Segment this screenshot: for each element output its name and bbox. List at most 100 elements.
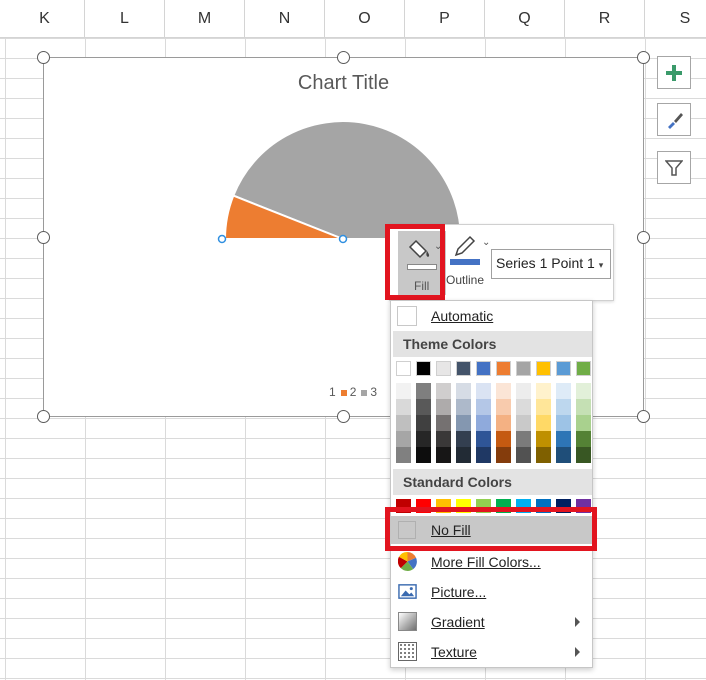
theme-shade-swatch[interactable] (396, 399, 411, 415)
theme-color-swatch[interactable] (416, 361, 431, 376)
column-header-s[interactable]: S (645, 0, 706, 38)
selection-point-handle[interactable] (217, 234, 227, 244)
theme-shade-swatch[interactable] (576, 415, 591, 431)
theme-shade-swatch[interactable] (516, 383, 531, 399)
series-select-value: Series 1 Point 1 (496, 255, 595, 271)
theme-shade-swatch[interactable] (496, 383, 511, 399)
theme-shade-swatch[interactable] (416, 383, 431, 399)
theme-shade-column (476, 383, 491, 463)
theme-shade-swatch[interactable] (556, 399, 571, 415)
theme-shade-swatch[interactable] (396, 447, 411, 463)
theme-shade-swatch[interactable] (416, 447, 431, 463)
menu-item-picture[interactable]: Picture... (391, 578, 592, 606)
outline-dropdown-chevron-icon[interactable]: ⌄ (482, 237, 490, 248)
theme-shade-swatch[interactable] (516, 399, 531, 415)
column-header-l[interactable]: L (85, 0, 165, 38)
theme-shade-swatch[interactable] (496, 431, 511, 447)
chart-legend[interactable]: 1 2 3 (320, 385, 377, 399)
theme-shade-column (556, 383, 571, 463)
theme-shade-swatch[interactable] (476, 383, 491, 399)
theme-color-swatch[interactable] (496, 361, 511, 376)
theme-shade-swatch[interactable] (556, 431, 571, 447)
column-header-n[interactable]: N (245, 0, 325, 38)
theme-shade-swatch[interactable] (476, 431, 491, 447)
theme-shade-swatch[interactable] (456, 431, 471, 447)
theme-shade-swatch[interactable] (576, 447, 591, 463)
theme-color-swatch[interactable] (556, 361, 571, 376)
column-header-p[interactable]: P (405, 0, 485, 38)
theme-shade-swatch[interactable] (516, 447, 531, 463)
column-header-m[interactable]: M (165, 0, 245, 38)
theme-shade-swatch[interactable] (536, 431, 551, 447)
chart-filters-button[interactable] (657, 151, 691, 184)
column-label: P (439, 10, 450, 27)
theme-shade-swatch[interactable] (436, 447, 451, 463)
chart-styles-button[interactable] (657, 103, 691, 136)
theme-shade-swatch[interactable] (396, 383, 411, 399)
column-header-r[interactable]: R (565, 0, 645, 38)
theme-shade-swatch[interactable] (576, 399, 591, 415)
theme-shade-swatch[interactable] (416, 415, 431, 431)
chart-elements-button[interactable] (657, 56, 691, 89)
theme-shade-swatch[interactable] (436, 431, 451, 447)
theme-shade-swatch[interactable] (556, 383, 571, 399)
filter-icon (665, 159, 683, 176)
resize-handle-w[interactable] (37, 231, 50, 244)
theme-shade-swatch[interactable] (496, 447, 511, 463)
column-header-q[interactable]: Q (485, 0, 565, 38)
theme-shade-swatch[interactable] (396, 415, 411, 431)
theme-color-swatch[interactable] (536, 361, 551, 376)
theme-shade-swatch[interactable] (456, 447, 471, 463)
gradient-icon (398, 612, 417, 631)
theme-shade-swatch[interactable] (536, 399, 551, 415)
theme-shade-column (436, 383, 451, 463)
column-label: M (197, 10, 212, 27)
resize-handle-nw[interactable] (37, 51, 50, 64)
theme-shade-swatch[interactable] (416, 399, 431, 415)
submenu-arrow-icon (575, 647, 580, 657)
theme-shade-swatch[interactable] (476, 415, 491, 431)
theme-shade-swatch[interactable] (536, 383, 551, 399)
theme-shade-swatch[interactable] (556, 415, 571, 431)
series-point-select[interactable]: Series 1 Point 1 ▾ (491, 249, 611, 279)
resize-handle-sw[interactable] (37, 410, 50, 423)
resize-handle-ne[interactable] (637, 51, 650, 64)
theme-shade-swatch[interactable] (536, 447, 551, 463)
selection-point-handle[interactable] (338, 234, 348, 244)
column-header-o[interactable]: O (325, 0, 405, 38)
theme-shade-swatch[interactable] (576, 383, 591, 399)
column-header-k[interactable]: K (5, 0, 85, 38)
theme-shade-swatch[interactable] (456, 399, 471, 415)
theme-shade-swatch[interactable] (436, 383, 451, 399)
menu-item-more-colors[interactable]: More Fill Colors... (391, 548, 592, 576)
theme-shade-swatch[interactable] (396, 431, 411, 447)
theme-color-swatch[interactable] (516, 361, 531, 376)
theme-shade-swatch[interactable] (456, 383, 471, 399)
menu-item-gradient[interactable]: Gradient (391, 608, 592, 636)
theme-color-swatch[interactable] (436, 361, 451, 376)
theme-shade-swatch[interactable] (516, 415, 531, 431)
resize-handle-e[interactable] (637, 231, 650, 244)
theme-color-swatch[interactable] (576, 361, 591, 376)
theme-shade-swatch[interactable] (516, 431, 531, 447)
theme-shade-swatch[interactable] (536, 415, 551, 431)
theme-shade-swatch[interactable] (476, 447, 491, 463)
resize-handle-n[interactable] (337, 51, 350, 64)
resize-handle-s[interactable] (337, 410, 350, 423)
theme-shade-swatch[interactable] (476, 399, 491, 415)
legend-item: 1 (320, 385, 336, 399)
theme-shade-swatch[interactable] (436, 399, 451, 415)
menu-item-automatic[interactable]: Automatic (391, 302, 592, 330)
theme-color-swatch[interactable] (396, 361, 411, 376)
menu-item-texture[interactable]: Texture (391, 638, 592, 666)
theme-shade-swatch[interactable] (496, 415, 511, 431)
theme-shade-swatch[interactable] (456, 415, 471, 431)
theme-color-swatch[interactable] (476, 361, 491, 376)
resize-handle-se[interactable] (637, 410, 650, 423)
theme-shade-swatch[interactable] (416, 431, 431, 447)
theme-shade-swatch[interactable] (436, 415, 451, 431)
theme-color-swatch[interactable] (456, 361, 471, 376)
theme-shade-swatch[interactable] (576, 431, 591, 447)
theme-shade-swatch[interactable] (556, 447, 571, 463)
theme-shade-swatch[interactable] (496, 399, 511, 415)
